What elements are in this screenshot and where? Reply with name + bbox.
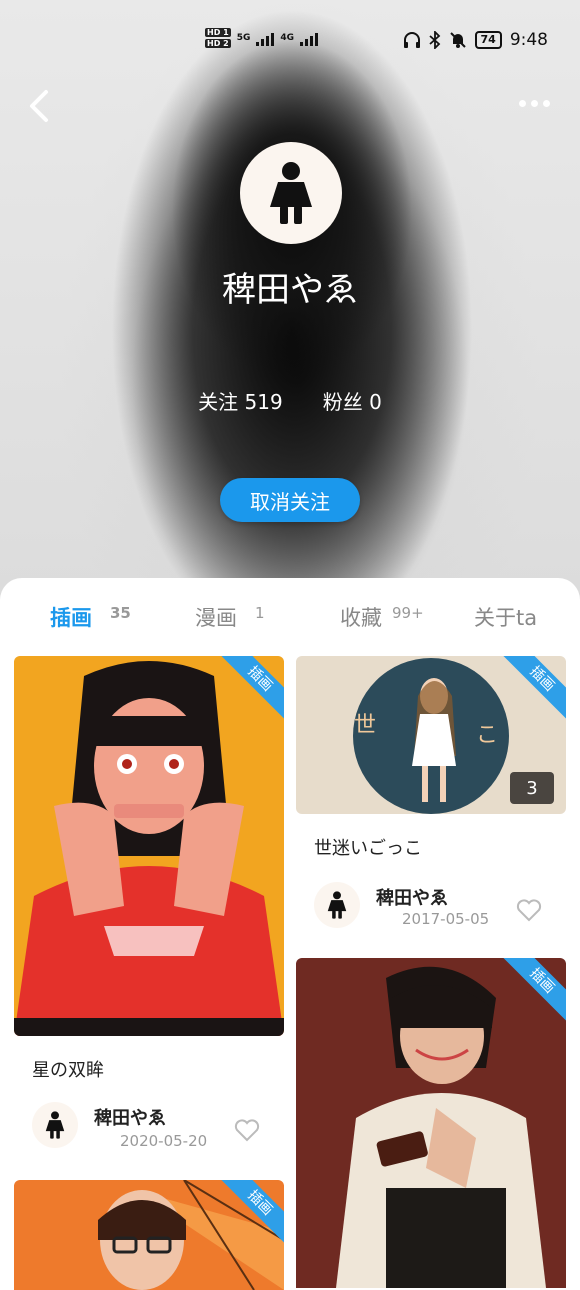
artwork-card[interactable]: 插画 — [14, 1180, 284, 1290]
tab-about[interactable]: 关于ta — [474, 602, 537, 632]
author-avatar[interactable] — [314, 882, 360, 928]
tab-label: 插画 — [50, 606, 92, 630]
fans-stat[interactable]: 粉丝 0 — [323, 386, 382, 415]
following-count: 519 — [244, 390, 283, 414]
tab-count: 35 — [110, 604, 131, 622]
svg-text:こ: こ — [476, 723, 498, 748]
person-silhouette-icon — [327, 891, 347, 919]
tab-favorites[interactable]: 收藏 99+ — [340, 602, 424, 632]
following-stat[interactable]: 关注 519 — [198, 386, 283, 415]
author-avatar[interactable] — [32, 1102, 78, 1148]
hd2-badge: HD 2 — [205, 39, 231, 48]
battery-icon: 74 — [474, 31, 502, 49]
clock: 9:48 — [509, 30, 548, 50]
artwork-title: 世迷いごっこ — [314, 838, 422, 859]
bluetooth-icon — [428, 31, 440, 49]
tab-count: 99+ — [392, 604, 424, 622]
tab-label: 漫画 — [195, 606, 237, 630]
artwork-thumbnail[interactable]: 插画 — [14, 1180, 284, 1290]
mute-bell-icon — [449, 32, 466, 48]
artwork-image — [296, 958, 566, 1288]
signal-icon — [256, 30, 275, 46]
artwork-image — [14, 656, 284, 1036]
heart-outline-icon[interactable] — [516, 898, 542, 922]
artwork-card[interactable]: 插画 — [296, 958, 566, 1288]
artwork-thumbnail[interactable]: 世 こ 插画 3 — [296, 656, 566, 814]
svg-text:世: 世 — [354, 713, 376, 738]
author-name[interactable]: 稗田やゑ — [376, 884, 448, 910]
following-label: 关注 — [198, 390, 239, 414]
artwork-title: 星の双眸 — [32, 1060, 104, 1081]
tab-label: 收藏 — [340, 606, 382, 630]
hd1-badge: HD 1 — [205, 28, 231, 37]
person-silhouette-icon — [270, 162, 312, 224]
profile-stats: 关注 519 粉丝 0 — [0, 386, 580, 415]
unfollow-button[interactable]: 取消关注 — [220, 478, 360, 522]
more-dots-icon[interactable] — [519, 100, 550, 107]
tab-manga[interactable]: 漫画 1 — [195, 602, 265, 632]
tab-count: 1 — [255, 604, 265, 622]
publish-date: 2017-05-05 — [402, 910, 490, 928]
artwork-card[interactable]: 世 こ 插画 3 世迷いごっこ 稗田やゑ 2017-05-05 — [296, 656, 566, 946]
network-4g: 4G — [280, 33, 294, 43]
fans-count: 0 — [369, 390, 382, 414]
network-5g: 5G — [236, 33, 251, 43]
author-name[interactable]: 稗田やゑ — [94, 1104, 166, 1130]
headphones-icon — [403, 32, 420, 48]
chevron-left-icon[interactable] — [24, 88, 54, 124]
tab-illustrations[interactable]: 插画 35 — [50, 602, 131, 632]
signal-icon-2 — [300, 30, 318, 46]
profile-name: 稗田やゑ — [222, 270, 358, 310]
signal-indicators: HD 1 HD 2 5G 4G — [205, 28, 318, 48]
status-bar: HD 1 HD 2 5G 4G 74 9:48 — [0, 28, 580, 58]
artwork-thumbnail[interactable]: 插画 — [14, 656, 284, 1036]
avatar[interactable] — [240, 142, 342, 244]
tab-label: 关于ta — [474, 606, 538, 630]
publish-date: 2020-05-20 — [120, 1132, 208, 1150]
heart-outline-icon[interactable] — [234, 1118, 260, 1142]
artwork-thumbnail[interactable]: 插画 — [296, 958, 566, 1288]
tab-bar: 插画 35 漫画 1 收藏 99+ 关于ta — [0, 602, 580, 670]
artwork-card[interactable]: 插画 星の双眸 稗田やゑ 2020-05-20 — [14, 656, 284, 1168]
fans-label: 粉丝 — [322, 390, 363, 414]
page-count-badge: 3 — [510, 772, 554, 804]
person-silhouette-icon — [45, 1111, 65, 1139]
